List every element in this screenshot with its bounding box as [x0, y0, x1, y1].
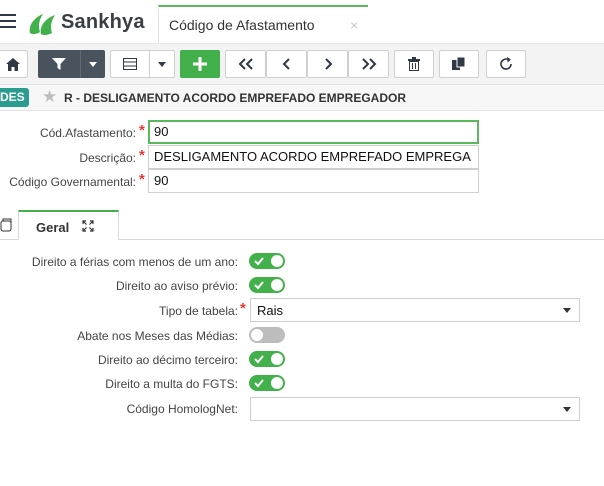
required-marker: *	[139, 147, 145, 164]
abate-label: Abate nos Meses das Médias:	[77, 329, 238, 343]
first-record-button[interactable]	[225, 50, 266, 78]
home-button[interactable]	[0, 50, 28, 78]
decimo-terceiro-label: Direito ao décimo terceiro:	[97, 353, 238, 367]
close-tab-icon[interactable]: ×	[350, 17, 358, 33]
sankhya-logo-icon	[27, 11, 59, 37]
star-icon[interactable]: ★	[42, 88, 57, 106]
duplicate-button[interactable]	[439, 50, 479, 78]
ferias-label: Direito a férias com menos de um ano:	[31, 255, 238, 269]
copy-icon	[452, 57, 466, 70]
aviso-previo-toggle[interactable]	[249, 277, 285, 293]
codigo-governamental-input[interactable]: 90	[148, 169, 479, 193]
descricao-input[interactable]: DESLIGAMENTO ACORDO EMPREFADO EMPREGA	[148, 145, 479, 169]
cod-afastamento-label: Cód.Afastamento:	[39, 126, 136, 140]
required-marker: *	[139, 171, 145, 188]
descricao-label: Descrição:	[79, 151, 136, 165]
check-icon	[254, 379, 264, 388]
abate-toggle[interactable]	[249, 327, 285, 343]
add-button[interactable]	[180, 50, 220, 78]
expand-icon[interactable]	[82, 220, 94, 235]
ferias-toggle[interactable]	[249, 253, 285, 269]
app-header: Sankhya Código de Afastamento ×	[0, 0, 604, 44]
chevron-down-icon	[563, 407, 571, 412]
chevron-left-icon	[282, 58, 290, 70]
last-record-button[interactable]	[348, 50, 389, 78]
chevron-down-icon	[88, 61, 97, 67]
grid-dropdown-button[interactable]	[149, 50, 175, 78]
filter-dropdown-button[interactable]	[80, 50, 105, 78]
chevron-down-icon	[563, 308, 571, 313]
check-icon	[254, 257, 264, 266]
homolognet-select[interactable]	[250, 397, 580, 421]
aviso-previo-label: Direito ao aviso prévio:	[115, 279, 238, 293]
grid-view-button[interactable]	[110, 50, 150, 78]
next-record-button[interactable]	[307, 50, 348, 78]
tab-geral-label: Geral	[36, 220, 70, 235]
check-icon	[254, 355, 264, 364]
double-chevron-right-icon	[361, 58, 376, 70]
hamburger-menu-icon[interactable]	[0, 14, 18, 30]
chevron-right-icon	[324, 58, 332, 70]
grid-icon	[123, 58, 137, 70]
refresh-icon	[500, 57, 512, 70]
decimo-terceiro-toggle[interactable]	[249, 351, 285, 367]
required-marker: *	[139, 122, 145, 139]
tipo-tabela-select[interactable]: Rais	[250, 298, 580, 322]
brand-name: Sankhya	[61, 11, 145, 33]
required-marker: *	[240, 300, 246, 317]
record-title: R - DESLIGAMENTO ACORDO EMPREFADO EMPREG…	[64, 91, 407, 105]
panel-toggle-icon[interactable]	[0, 218, 12, 235]
codigo-governamental-label: Código Governamental:	[9, 175, 136, 189]
trash-icon	[408, 57, 420, 71]
previous-record-button[interactable]	[266, 50, 307, 78]
refresh-button[interactable]	[486, 50, 526, 78]
check-icon	[254, 281, 264, 290]
chevron-down-icon	[158, 61, 166, 67]
plus-icon	[193, 57, 207, 71]
filter-icon	[52, 58, 66, 70]
filter-button[interactable]	[38, 50, 80, 78]
multa-fgts-label: Direito a multa do FGTS:	[105, 377, 238, 391]
delete-button[interactable]	[394, 50, 434, 78]
tipo-tabela-value: Rais	[257, 303, 284, 318]
multa-fgts-toggle[interactable]	[249, 375, 285, 391]
tab-title: Código de Afastamento	[169, 17, 315, 33]
cod-afastamento-input[interactable]: 90	[148, 120, 479, 144]
tab-geral[interactable]: Geral	[18, 210, 119, 240]
home-icon	[6, 57, 20, 71]
record-breadcrumb: DES ★ R - DESLIGAMENTO ACORDO EMPREFADO …	[0, 85, 604, 111]
tab-codigo-afastamento[interactable]: Código de Afastamento ×	[158, 5, 368, 44]
record-status-badge: DES	[0, 88, 29, 107]
toolbar	[0, 44, 604, 85]
tipo-tabela-label: Tipo de tabela:	[159, 304, 238, 318]
double-chevron-left-icon	[238, 58, 253, 70]
homolognet-label: Código HomologNet:	[126, 402, 238, 416]
